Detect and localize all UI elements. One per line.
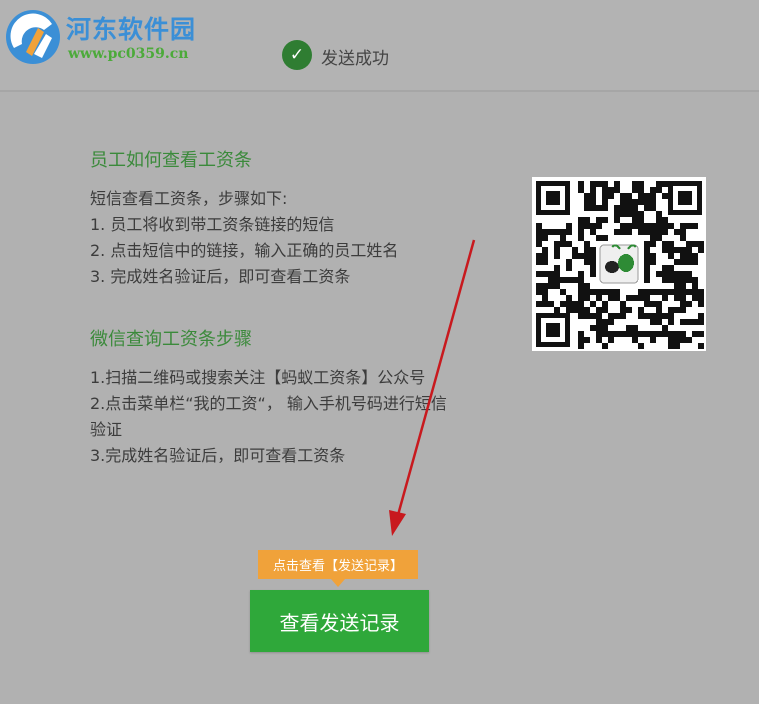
sms-step-1: 1. 员工将收到带工资条链接的短信 — [90, 215, 335, 234]
sms-step-3: 3. 完成姓名验证后，即可查看工资条 — [90, 267, 351, 286]
section-title-wechat: 微信查询工资条步骤 — [90, 329, 252, 350]
wechat-step-2: 2.点击菜单栏“我的工资“， 输入手机号码进行短信验证 — [90, 394, 447, 439]
sms-step-2: 2. 点击短信中的链接，输入正确的员工姓名 — [90, 241, 399, 260]
sms-steps: 短信查看工资条，步骤如下: 1. 员工将收到带工资条链接的短信 2. 点击短信中… — [90, 186, 460, 290]
watermark-url: www.pc0359.cn — [68, 46, 189, 62]
tooltip-arrow — [331, 579, 345, 587]
wechat-steps: 1.扫描二维码或搜索关注【蚂蚁工资条】公众号 2.点击菜单栏“我的工资“， 输入… — [90, 365, 460, 469]
qr-code-icon — [532, 177, 706, 351]
top-bar: 河东软件园 www.pc0359.cn ✓ 发送成功 — [0, 0, 759, 92]
view-send-records-button[interactable]: 查看发送记录 — [250, 590, 429, 652]
check-icon: ✓ — [282, 40, 312, 70]
wechat-step-3: 3.完成姓名验证后，即可查看工资条 — [90, 446, 346, 465]
sms-step-intro: 短信查看工资条，步骤如下: — [90, 189, 288, 208]
wechat-step-1: 1.扫描二维码或搜索关注【蚂蚁工资条】公众号 — [90, 368, 426, 387]
watermark-title: 河东软件园 — [66, 15, 197, 44]
watermark-logo-icon — [6, 10, 60, 64]
section-title-sms: 员工如何查看工资条 — [90, 150, 252, 171]
ant-logo-icon — [598, 243, 640, 285]
view-records-tooltip: 点击查看【发送记录】 — [258, 550, 418, 579]
success-status-text: 发送成功 — [321, 49, 389, 69]
